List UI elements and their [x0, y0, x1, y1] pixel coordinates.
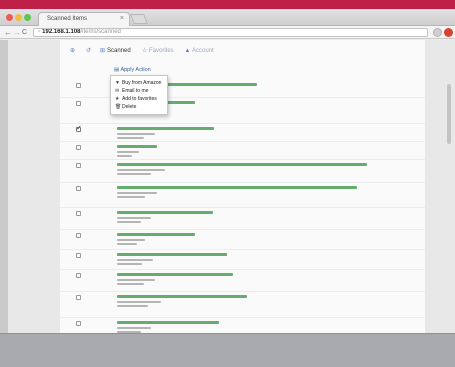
menu-item-label: Delete	[122, 104, 137, 110]
nav-scanned-link[interactable]: Scanned	[107, 46, 131, 56]
address-bar[interactable]: ▫ 192.168.1.108/items/scanned	[33, 28, 428, 37]
bottom-bar	[0, 333, 455, 367]
menu-item-label: Add to favorites	[122, 96, 157, 102]
item-title-link[interactable]	[117, 211, 213, 214]
new-tab-button[interactable]	[130, 14, 148, 24]
extension-icon[interactable]	[433, 28, 442, 37]
refresh-icon[interactable]: ↺	[84, 46, 93, 56]
item-meta	[117, 243, 137, 245]
item-meta	[117, 305, 148, 307]
apply-action-button[interactable]: ▤ Apply Action	[114, 67, 151, 73]
menu-item-email[interactable]: ✉ Email to me	[111, 87, 167, 95]
scanned-items-list	[60, 80, 425, 367]
item-meta	[117, 217, 151, 219]
account-icon: ▲	[184, 48, 191, 54]
top-banner	[0, 0, 455, 9]
item-meta	[117, 192, 157, 194]
item-checkbox[interactable]	[76, 273, 81, 278]
window-maximize-icon[interactable]	[24, 14, 31, 21]
apply-action-menu: ▼ Buy from Amazon ✉ Email to me ★ Add to favo…	[110, 75, 168, 115]
reload-icon[interactable]: C	[22, 27, 27, 38]
home-icon[interactable]: ⊕	[68, 46, 77, 56]
nav-account-link[interactable]: Account	[192, 46, 214, 56]
menu-item-label: Email to me	[122, 88, 149, 94]
list-item[interactable]	[60, 183, 425, 208]
window-close-icon[interactable]	[6, 14, 13, 21]
item-title-link[interactable]	[117, 321, 219, 324]
item-meta	[117, 221, 141, 223]
item-checkbox[interactable]	[76, 295, 81, 300]
item-checkbox[interactable]	[76, 163, 81, 168]
item-checkbox[interactable]	[76, 321, 81, 326]
scrollbar-thumb[interactable]	[447, 84, 451, 144]
item-meta	[117, 283, 144, 285]
browser-tab-active[interactable]: Scanned Items ×	[38, 12, 130, 26]
item-meta	[117, 263, 142, 265]
tab-close-icon[interactable]: ×	[120, 15, 124, 22]
list-item[interactable]	[60, 142, 425, 160]
item-title-link[interactable]	[117, 127, 214, 130]
list-item[interactable]	[60, 270, 425, 292]
list-item[interactable]	[60, 230, 425, 250]
scanned-icon: ⊞	[99, 48, 106, 54]
item-meta	[117, 155, 132, 157]
item-meta	[117, 279, 155, 281]
item-checkbox[interactable]	[76, 233, 81, 238]
back-icon[interactable]: ←	[4, 27, 12, 38]
nav-favorites-link[interactable]: Favorites	[149, 46, 174, 56]
list-item[interactable]	[60, 124, 425, 142]
item-meta	[117, 169, 165, 171]
menu-item-buy[interactable]: ▼ Buy from Amazon	[111, 79, 167, 87]
menu-item-delete[interactable]: 🗑 Delete	[111, 103, 167, 111]
browser-tab-strip: Scanned Items ×	[0, 9, 455, 26]
item-meta	[117, 239, 145, 241]
item-meta	[117, 196, 145, 198]
item-title-link[interactable]	[117, 295, 247, 298]
item-meta	[117, 259, 153, 261]
item-checkbox[interactable]	[76, 145, 81, 150]
trash-icon: 🗑	[115, 104, 122, 110]
item-title-link[interactable]	[117, 186, 357, 189]
menu-item-label: Buy from Amazon	[122, 80, 162, 86]
page-icon: ▫	[38, 29, 41, 35]
browser-window: Scanned Items × ← → C ▫ 192.168.1.108/ite…	[0, 9, 455, 367]
url-path: /items/scanned	[80, 29, 121, 35]
item-title-link[interactable]	[117, 163, 367, 166]
menu-item-favorite[interactable]: ★ Add to favorites	[111, 95, 167, 103]
forward-icon[interactable]: →	[13, 27, 21, 38]
item-meta	[117, 133, 155, 135]
item-title-link[interactable]	[117, 273, 233, 276]
item-meta	[117, 137, 144, 139]
window-minimize-icon[interactable]	[15, 14, 22, 21]
item-checkbox[interactable]	[76, 124, 82, 132]
url-host: 192.168.1.108	[42, 29, 81, 35]
item-meta	[117, 301, 161, 303]
item-checkbox[interactable]	[76, 253, 81, 258]
list-item[interactable]	[60, 292, 425, 318]
star-icon: ☆	[141, 48, 148, 54]
list-item[interactable]	[60, 250, 425, 270]
item-checkbox[interactable]	[76, 186, 81, 191]
item-checkbox[interactable]	[76, 211, 81, 216]
item-title-link[interactable]	[117, 145, 157, 148]
apply-action-label: Apply Action	[120, 67, 151, 73]
item-checkbox[interactable]	[76, 83, 81, 88]
item-meta	[117, 173, 151, 175]
item-title-link[interactable]	[117, 233, 195, 236]
star-icon: ★	[115, 96, 120, 102]
page-viewport: ⊕ ↺ ⊞ Scanned ☆ Favorites ▲ Account ▤ Ap…	[0, 40, 455, 367]
browser-toolbar: ← → C ▫ 192.168.1.108/items/scanned	[0, 26, 455, 39]
item-title-link[interactable]	[117, 253, 227, 256]
cart-icon: ▼	[115, 80, 120, 86]
list-item[interactable]	[60, 160, 425, 183]
item-checkbox[interactable]	[76, 101, 81, 106]
envelope-icon: ✉	[115, 88, 120, 94]
browser-menu-icon[interactable]	[444, 28, 453, 37]
list-item[interactable]	[60, 208, 425, 230]
left-rail	[0, 40, 8, 367]
item-meta	[117, 151, 139, 153]
tab-title: Scanned Items	[47, 16, 88, 22]
apply-action-icon: ▤	[114, 67, 120, 73]
item-meta	[117, 327, 151, 329]
